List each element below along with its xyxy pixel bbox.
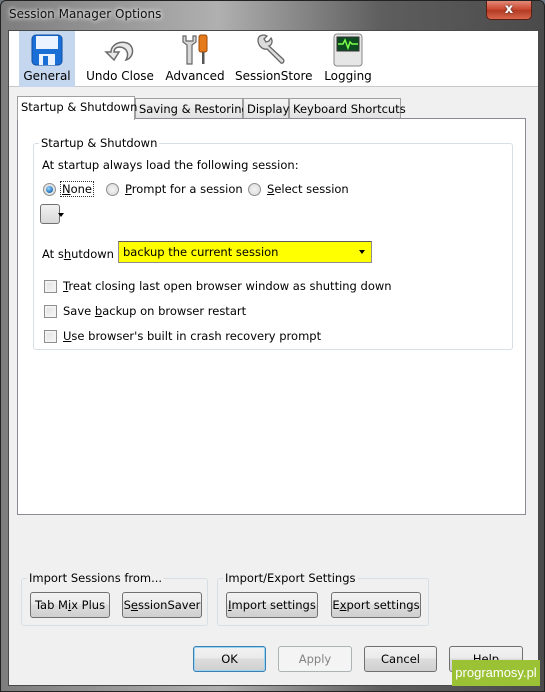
- toolbar-label: SessionStore: [235, 69, 313, 83]
- dialog-client-area: General Undo Close Advanced SessionStore…: [8, 30, 539, 686]
- apply-button[interactable]: Apply: [278, 646, 352, 672]
- toolbar-label: Advanced: [165, 69, 225, 83]
- treat-closing-checkbox[interactable]: [44, 280, 57, 293]
- dropdown-arrow-icon: [359, 250, 365, 254]
- group-label: Import Sessions from...: [27, 571, 165, 585]
- window-title: Session Manager Options: [9, 7, 162, 21]
- treat-closing-label[interactable]: Treat closing last open browser window a…: [63, 279, 392, 293]
- group-label: Import/Export Settings: [223, 571, 358, 585]
- save-backup-checkbox[interactable]: [44, 305, 57, 318]
- wrench-icon: [257, 34, 285, 64]
- dialog-window: Session Manager Options x General Undo C…: [0, 0, 545, 692]
- shutdown-action-select[interactable]: backup the current session: [118, 241, 372, 263]
- dropdown-arrow-icon: [58, 213, 64, 217]
- radio-none[interactable]: [43, 183, 56, 196]
- toolbar-item-undo-close[interactable]: Undo Close: [83, 31, 157, 87]
- radio-prompt-label[interactable]: Prompt for a session: [125, 182, 243, 196]
- toolbar-item-sessionstore[interactable]: SessionStore: [235, 31, 313, 87]
- export-settings-button[interactable]: Export settings: [331, 592, 421, 618]
- sessionsaver-button[interactable]: SessionSaver: [122, 592, 202, 618]
- group-label: Startup & Shutdown: [39, 136, 160, 150]
- radio-none-label[interactable]: None: [60, 181, 95, 197]
- toolbar-label: Logging: [324, 69, 372, 83]
- crash-recovery-checkbox[interactable]: [44, 330, 57, 343]
- radio-prompt[interactable]: [106, 183, 119, 196]
- toolbar-item-advanced[interactable]: Advanced: [163, 31, 227, 87]
- toolbar-label: Undo Close: [86, 69, 154, 83]
- close-button[interactable]: x: [486, 1, 532, 20]
- ok-button[interactable]: OK: [193, 646, 266, 672]
- tab-keyboard-shortcuts[interactable]: Keyboard Shortcuts: [289, 98, 406, 119]
- tab-startup-shutdown[interactable]: Startup & Shutdown: [17, 96, 137, 120]
- monitor-log-icon: [333, 33, 363, 67]
- crash-recovery-label[interactable]: Use browser's built in crash recovery pr…: [63, 329, 321, 343]
- session-select-dropdown[interactable]: [40, 204, 64, 224]
- tab-panel-startup-shutdown: Startup & Shutdown At startup always loa…: [17, 118, 526, 515]
- tab-saving-restoring[interactable]: Saving & Restoring: [135, 98, 249, 119]
- toolbar-item-logging[interactable]: Logging: [317, 31, 379, 87]
- shutdown-label: At shutdown: [42, 247, 114, 261]
- import-sessions-group: Import Sessions from... Tab Mix Plus Ses…: [21, 571, 208, 626]
- tools-icon: [182, 34, 208, 65]
- undo-arrow-icon: [104, 41, 134, 62]
- cancel-button[interactable]: Cancel: [364, 646, 437, 672]
- save-backup-label[interactable]: Save backup on browser restart: [63, 304, 246, 318]
- close-icon: x: [504, 2, 514, 17]
- startup-load-label: At startup always load the following ses…: [42, 158, 299, 172]
- shutdown-action-value: backup the current session: [123, 245, 279, 259]
- toolbar-label: General: [23, 69, 71, 83]
- floppy-disk-icon: [31, 34, 63, 66]
- tab-display[interactable]: Display: [243, 98, 289, 119]
- watermark: programosy.pl: [452, 660, 540, 686]
- title-bar[interactable]: Session Manager Options x: [1, 1, 544, 29]
- radio-select-session-label[interactable]: Select session: [267, 182, 349, 196]
- import-export-settings-group: Import/Export Settings Import settings E…: [217, 571, 429, 626]
- tab-mix-plus-button[interactable]: Tab Mix Plus: [30, 592, 110, 618]
- radio-select-session[interactable]: [248, 183, 261, 196]
- startup-shutdown-group: Startup & Shutdown At startup always loa…: [33, 136, 513, 350]
- import-settings-button[interactable]: Import settings: [226, 592, 318, 618]
- toolbar-item-general[interactable]: General: [19, 31, 75, 87]
- category-toolbar: General Undo Close Advanced SessionStore…: [9, 31, 538, 87]
